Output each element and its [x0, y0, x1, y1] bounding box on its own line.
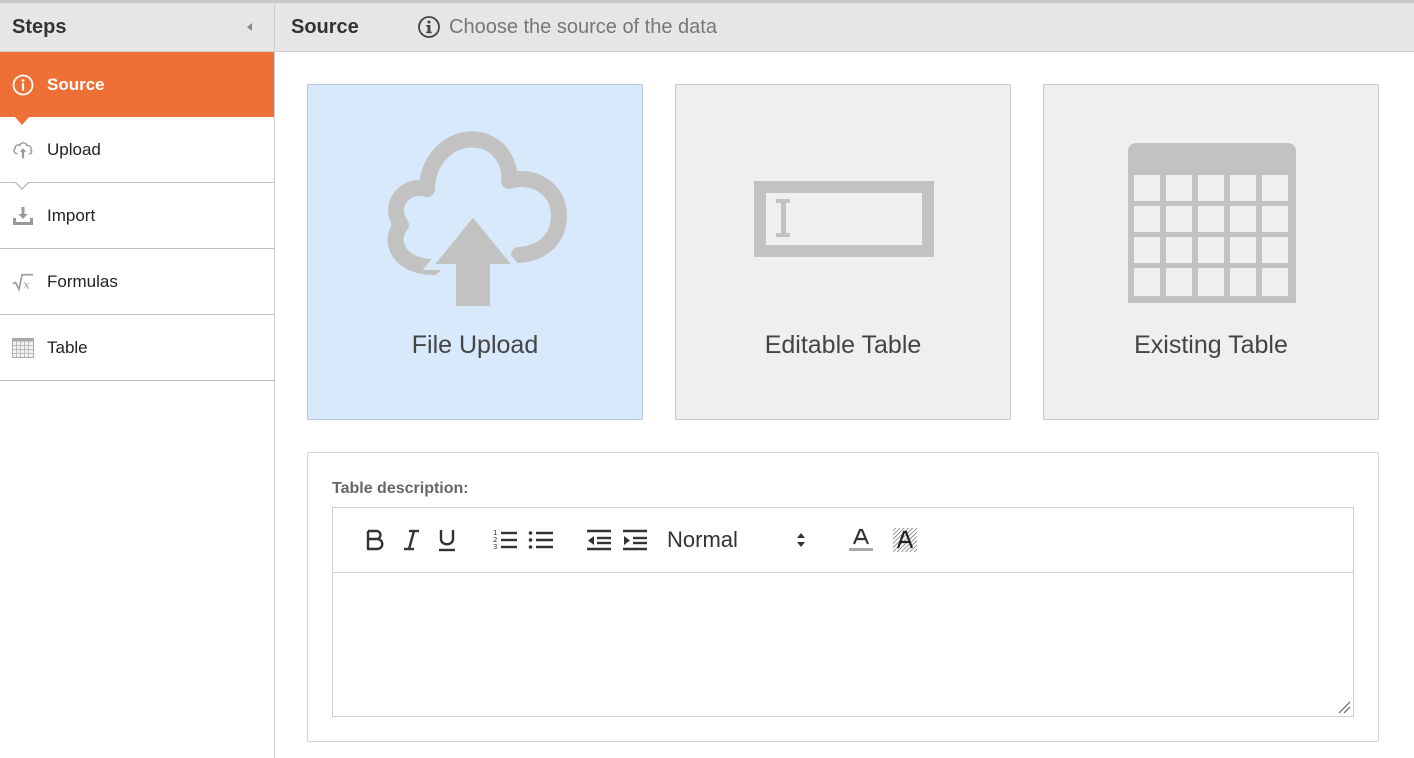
text-field-icon: [754, 181, 934, 257]
source-options: File Upload Editable Table Existing Tabl…: [307, 84, 1411, 420]
indent-icon[interactable]: [617, 522, 653, 558]
svg-text:3: 3: [493, 543, 497, 551]
description-label: Table description:: [332, 480, 469, 497]
table-icon: [1128, 143, 1296, 303]
hint: Choose the source of the data: [417, 15, 717, 39]
editor-toolbar: 123 Normal: [332, 507, 1354, 573]
description-editor[interactable]: [332, 573, 1354, 717]
existing-table-card[interactable]: Existing Table: [1043, 84, 1379, 420]
step-connector: [14, 181, 30, 190]
sidebar-header: Steps: [0, 3, 274, 52]
card-label: Editable Table: [764, 331, 922, 359]
sqrt-x-icon: x: [12, 271, 34, 293]
step-label: Source: [47, 74, 105, 94]
sidebar-title: Steps: [12, 15, 67, 38]
bullet-list-icon[interactable]: [523, 522, 559, 558]
step-label: Import: [47, 205, 96, 225]
grid-table-icon: [12, 337, 34, 359]
download-tray-icon: [12, 205, 34, 227]
cloud-upload-icon: [387, 131, 567, 312]
format-select-value: Normal: [667, 527, 738, 552]
format-select[interactable]: Normal: [667, 527, 807, 553]
page-title: Source: [291, 15, 359, 38]
text-color-icon[interactable]: [843, 522, 879, 558]
editable-table-card[interactable]: Editable Table: [675, 84, 1011, 420]
description-panel: Table description: 123 Normal: [307, 452, 1379, 742]
outdent-icon[interactable]: [581, 522, 617, 558]
info-icon: [418, 16, 440, 38]
resize-handle-icon[interactable]: [1337, 700, 1351, 714]
step-upload[interactable]: Upload: [0, 117, 274, 190]
collapse-sidebar-icon[interactable]: [247, 23, 252, 31]
step-source[interactable]: Source: [0, 52, 274, 125]
ordered-list-icon[interactable]: 123: [487, 522, 523, 558]
background-color-icon[interactable]: [887, 522, 923, 558]
step-label: Table: [47, 337, 88, 357]
italic-icon[interactable]: [393, 522, 429, 558]
info-icon: [12, 74, 34, 96]
cloud-upload-icon: [12, 139, 34, 161]
underline-icon[interactable]: [429, 522, 465, 558]
hint-text: Choose the source of the data: [449, 15, 717, 38]
svg-text:x: x: [23, 278, 30, 291]
steps-sidebar: Steps Source Upload Import x Formulas Ta…: [0, 3, 275, 758]
bold-icon[interactable]: [357, 522, 393, 558]
card-label: Existing Table: [1134, 331, 1288, 359]
step-formulas[interactable]: x Formulas: [0, 249, 274, 315]
main-panel: Source Choose the source of the data Fil…: [275, 3, 1414, 758]
updown-arrows-icon: [797, 533, 805, 547]
card-label: File Upload: [411, 331, 539, 359]
step-import[interactable]: Import: [0, 183, 274, 249]
file-upload-card[interactable]: File Upload: [307, 84, 643, 420]
step-label: Upload: [47, 139, 101, 159]
step-label: Formulas: [47, 271, 118, 291]
step-table[interactable]: Table: [0, 315, 274, 381]
main-header: Source Choose the source of the data: [275, 3, 1414, 52]
